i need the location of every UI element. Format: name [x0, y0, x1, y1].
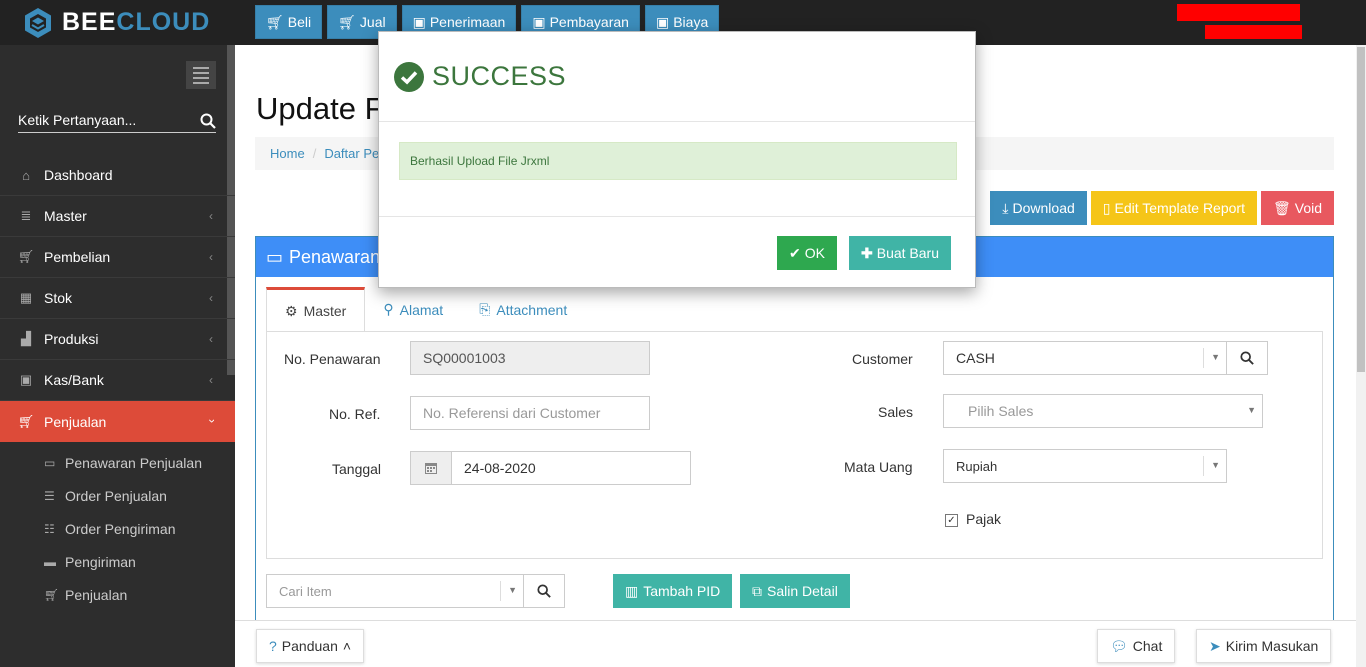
success-alert: Berhasil Upload File Jrxml [399, 142, 957, 180]
modal-footer: ✔ OK ✚ Buat Baru [379, 216, 975, 288]
modal-header: SUCCESS [379, 32, 975, 122]
modal-body: Berhasil Upload File Jrxml [379, 122, 975, 216]
check-icon: ✔ [789, 244, 801, 261]
plus-icon: ✚ [861, 244, 873, 261]
modal-title: SUCCESS [432, 61, 567, 91]
ok-button[interactable]: ✔ OK [777, 236, 837, 270]
buat-baru-button[interactable]: ✚ Buat Baru [849, 236, 951, 270]
success-modal: SUCCESS Berhasil Upload File Jrxml ✔ OK ✚… [378, 31, 976, 288]
check-circle-icon [394, 61, 424, 92]
